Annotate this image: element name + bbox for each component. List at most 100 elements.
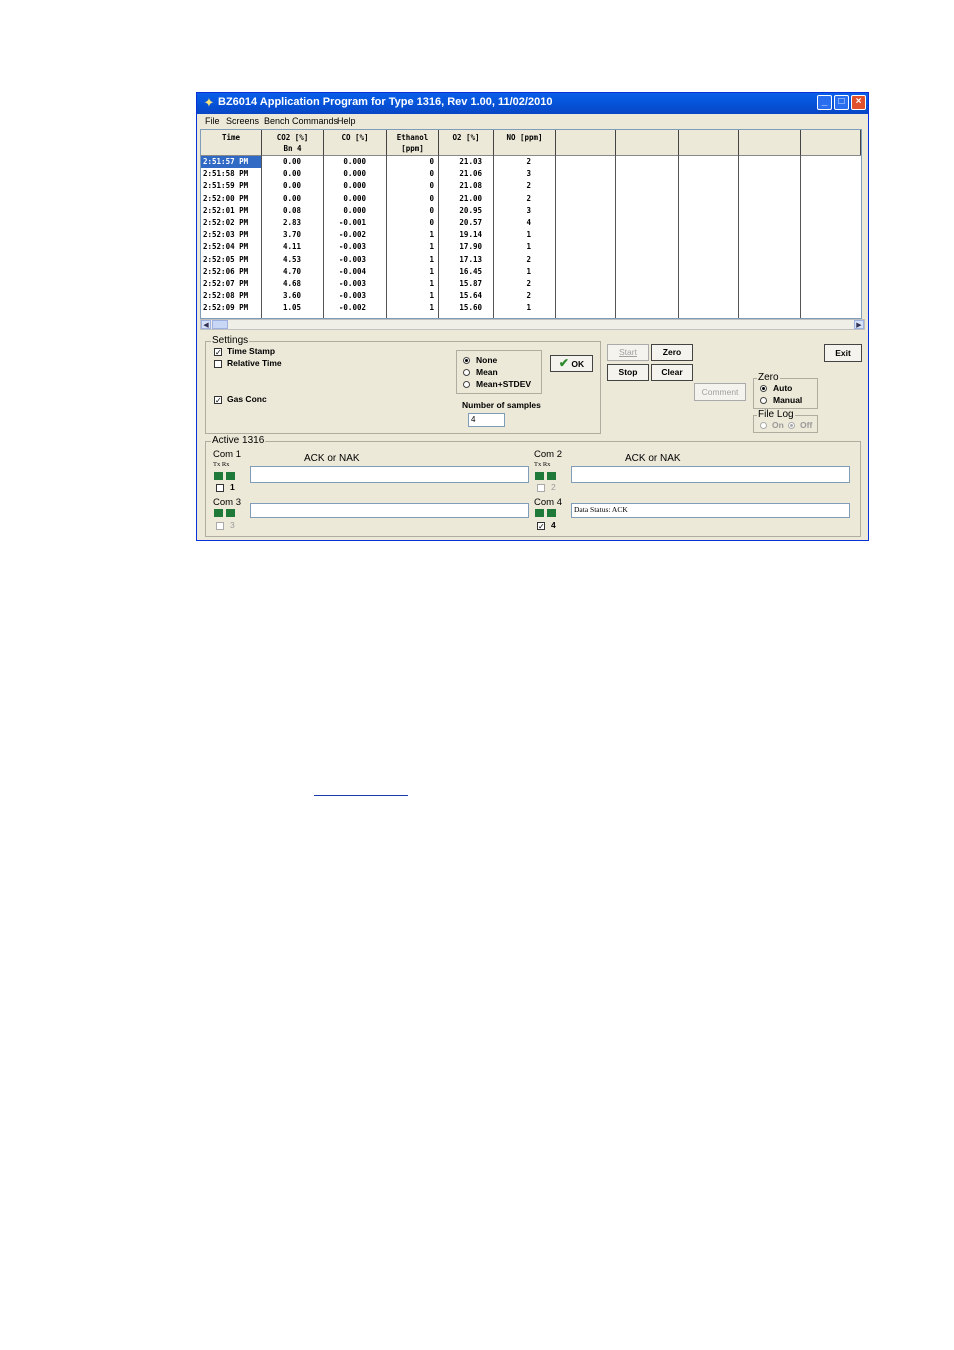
table-row[interactable]: 2:52:05 PM 4.53 -0.003 1 17.13 2 [201,254,861,266]
com2-label: Com 2 [534,449,562,460]
zero-manual-radio[interactable] [760,397,767,404]
menu-help[interactable]: Help [337,116,356,126]
zero-button[interactable]: Zero [651,344,693,361]
column-header-title: NO [ppm] [506,133,543,142]
column-header-1[interactable]: CO2 [%] Bn 4 [262,130,324,155]
table-row[interactable]: 2:52:09 PM 1.05 -0.002 1 15.60 1 [201,302,861,314]
value-cell: 15.64 [459,291,482,301]
clear-button[interactable]: Clear [651,364,693,381]
window-title: BZ6014 Application Program for Type 1316… [218,96,553,108]
horizontal-scrollbar[interactable]: ◀ ▶ [200,319,865,330]
value-cell: 0 [429,169,434,179]
value-cell: 2 [526,291,531,301]
file-log-off-radio[interactable] [788,422,795,429]
column-header-10[interactable] [801,130,861,155]
table-row[interactable]: 2:51:58 PM 0.00 0.000 0 21.06 3 [201,168,861,180]
relative-time-checkbox[interactable] [214,360,222,368]
time-stamp-checkbox[interactable]: ✓ [214,348,222,357]
stats-none-radio[interactable] [463,357,470,364]
table-row[interactable]: 2:52:06 PM 4.70 -0.004 1 16.45 1 [201,266,861,278]
column-header-7[interactable] [616,130,679,155]
value-cell: 16.45 [459,266,482,276]
com1-checkbox[interactable] [216,484,224,492]
gas-conc-checkbox[interactable]: ✓ [214,396,222,405]
table-row[interactable]: 2:52:08 PM 3.60 -0.003 1 15.64 2 [201,290,861,302]
com3-status-field[interactable] [250,503,529,518]
exit-button[interactable]: Exit [824,344,862,362]
value-cell: -0.003 [338,291,366,301]
title-bar[interactable]: ✦ BZ6014 Application Program for Type 13… [197,93,868,114]
stats-mean-stdev-label: Mean+STDEV [476,379,532,389]
stats-mean-stdev-radio[interactable] [463,381,470,388]
stats-mean-radio[interactable] [463,369,470,376]
scroll-right-icon[interactable]: ▶ [854,320,864,329]
com4-tx-led [535,509,544,517]
menu-file[interactable]: File [205,116,220,126]
com2-check-label: 2 [551,482,556,492]
gas-conc-label: Gas Conc [227,394,267,404]
menu-bench-commands[interactable]: Bench Commands [264,116,338,126]
column-header-0[interactable]: Time [201,130,262,155]
value-cell: -0.003 [338,279,366,288]
com1-status-field[interactable] [250,466,529,483]
start-button[interactable]: Start [607,344,649,361]
value-cell: -0.003 [338,254,366,264]
table-row[interactable]: 2:51:59 PM 0.00 0.000 0 21.08 2 [201,180,861,192]
zero-auto-radio[interactable] [760,385,767,392]
value-cell: 0 [429,218,434,227]
stats-radio-group: None Mean Mean+STDEV [456,350,542,394]
zero-group: Zero Auto Manual [753,372,818,409]
value-cell: 1 [526,266,531,276]
value-cell: 0.00 [282,157,301,166]
file-log-title: File Log [757,409,795,420]
value-cell: 4.70 [282,266,301,276]
file-log-on-radio[interactable] [760,422,767,429]
value-cell: 3 [526,205,531,215]
value-cell: -0.002 [338,230,366,240]
com2-ack-label: ACK or NAK [625,453,681,464]
com2-status-field[interactable] [571,466,850,483]
ok-button[interactable]: ✔ OK [550,355,593,372]
column-header-8[interactable] [679,130,739,155]
close-button[interactable]: × [851,95,866,110]
scroll-thumb[interactable] [212,320,228,329]
data-grid[interactable]: Time CO2 [%] Bn 4 CO [%] Ethanol [ppm] O2 [%] N… [200,129,862,319]
num-samples-input[interactable]: 4 [468,413,505,427]
value-cell: 21.00 [459,193,482,203]
value-cell: 0.08 [282,205,301,215]
table-row[interactable]: 2:52:07 PM 4.68 -0.003 1 15.87 2 [201,278,861,290]
hyperlink-underline[interactable] [314,795,408,796]
table-row[interactable]: 2:52:01 PM 0.08 0.000 0 20.95 3 [201,205,861,217]
column-header-5[interactable]: NO [ppm] [494,130,556,155]
column-header-2[interactable]: CO [%] [324,130,387,155]
com4-rx-led [547,509,556,517]
value-cell: 1 [429,242,434,252]
table-row[interactable]: 2:52:03 PM 3.70 -0.002 1 19.14 1 [201,229,861,241]
minimize-button[interactable]: _ [817,95,832,110]
app-window: ✦ BZ6014 Application Program for Type 13… [196,92,869,541]
table-row[interactable]: 2:51:57 PM 0.00 0.000 0 21.03 2 [201,156,861,168]
value-cell: 1 [429,303,434,313]
column-header-4[interactable]: O2 [%] [439,130,494,155]
time-stamp-label: Time Stamp [227,346,276,356]
com4-checkbox[interactable]: ✓ [537,522,545,531]
column-header-3[interactable]: Ethanol [ppm] [387,130,439,155]
com4-status-field[interactable]: Data Status: ACK [571,503,850,518]
value-cell: 0.000 [343,193,366,203]
maximize-button[interactable]: □ [834,95,849,110]
table-row[interactable]: 2:52:00 PM 0.00 0.000 0 21.00 2 [201,193,861,205]
scroll-left-icon[interactable]: ◀ [201,320,211,329]
com3-checkbox[interactable] [216,522,224,530]
zero-auto-label: Auto [773,383,793,393]
com2-rx-led [547,472,556,480]
com2-checkbox[interactable] [537,484,545,492]
value-cell: 1 [526,303,531,313]
column-header-9[interactable] [739,130,801,155]
value-cell: 15.87 [459,279,482,288]
column-header-6[interactable] [556,130,616,155]
stop-button[interactable]: Stop [607,364,649,381]
comment-button[interactable]: Comment [694,383,746,401]
table-row[interactable]: 2:52:04 PM 4.11 -0.003 1 17.90 1 [201,241,861,253]
table-row[interactable]: 2:52:02 PM 2.83 -0.001 0 20.57 4 [201,217,861,229]
menu-screens[interactable]: Screens [226,116,259,126]
